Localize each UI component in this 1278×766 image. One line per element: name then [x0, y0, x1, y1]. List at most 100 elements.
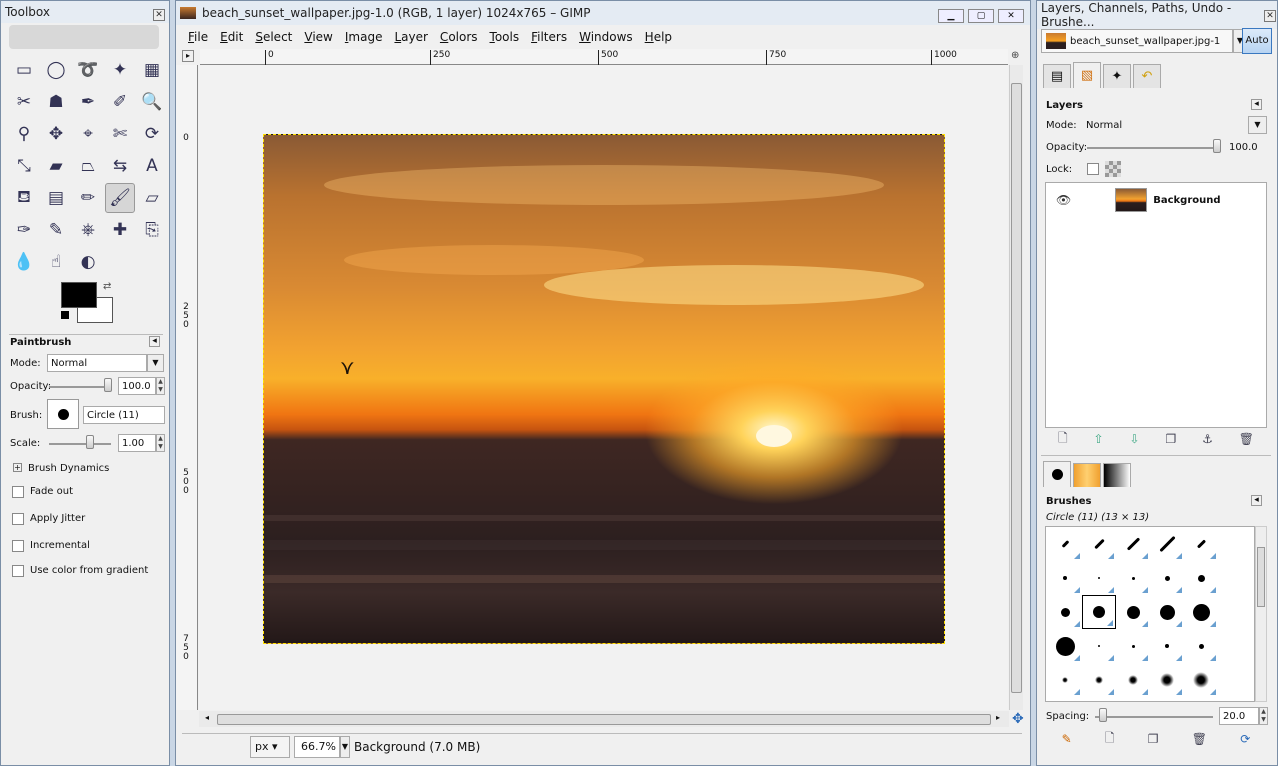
apply-jitter-checkbox[interactable] [12, 513, 24, 525]
brush-cell[interactable] [1048, 595, 1082, 629]
auto-button[interactable]: Auto [1242, 28, 1272, 54]
blend-icon[interactable]: ▤ [41, 183, 71, 213]
menu-file[interactable]: File [182, 30, 214, 44]
spacing-slider-thumb[interactable] [1099, 708, 1107, 722]
brush-cell[interactable] [1048, 629, 1082, 663]
vertical-ruler[interactable]: 0 250 500 750 [176, 65, 198, 710]
swap-colors-icon[interactable]: ⇄ [103, 281, 111, 292]
brush-cell[interactable] [1082, 595, 1116, 629]
fuzzy-select-icon[interactable]: ✦ [105, 55, 135, 85]
eraser-icon[interactable]: ▱ [137, 183, 167, 213]
brush-preview-button[interactable] [47, 399, 79, 429]
unit-dropdown[interactable]: px ▾ [250, 735, 290, 758]
lock-pixels-checkbox[interactable] [1087, 163, 1099, 175]
layer-name[interactable]: Background [1153, 195, 1220, 206]
new-layer-icon[interactable]: 🗋 [1058, 429, 1068, 450]
toolbox-titlebar[interactable]: Toolbox [1, 1, 169, 23]
horizontal-scrollbar[interactable]: ◂ ▸ [199, 711, 1009, 727]
menu-windows[interactable]: Windows [573, 30, 639, 44]
canvas-area[interactable]: ⋎ [199, 65, 1008, 710]
menu-edit[interactable]: Edit [214, 30, 249, 44]
measure-icon[interactable]: ⚲ [9, 119, 39, 149]
tab-paths[interactable]: ✦ [1103, 64, 1131, 88]
pencil-icon[interactable]: ✏ [73, 183, 103, 213]
brush-cell[interactable] [1116, 561, 1150, 595]
lock-alpha-icon[interactable] [1105, 161, 1121, 177]
tab-layers[interactable]: ▤ [1043, 64, 1071, 88]
heal-icon[interactable]: ✚ [105, 215, 135, 245]
delete-layer-icon[interactable]: 🗑 [1239, 432, 1254, 446]
smudge-icon[interactable]: ☝ [41, 247, 71, 277]
zoom-dropdown-arrow-icon[interactable]: ▼ [340, 735, 350, 758]
new-brush-icon[interactable]: 🗋 [1105, 729, 1115, 750]
quick-mask-corner-icon[interactable]: ▸ [182, 50, 194, 62]
brush-cell[interactable] [1116, 663, 1150, 697]
tab-patterns[interactable] [1073, 463, 1101, 487]
brush-cell[interactable] [1150, 629, 1184, 663]
layer-mode-arrow-icon[interactable]: ▼ [1248, 116, 1267, 134]
brush-grid-scrollbar[interactable] [1255, 526, 1267, 702]
fg-color-swatch-front[interactable] [61, 282, 97, 308]
brush-cell[interactable] [1150, 527, 1184, 561]
layer-row-background[interactable]: 👁 Background [1046, 185, 1266, 215]
paintbrush-icon[interactable]: 🖌 [105, 183, 135, 213]
edit-brush-icon[interactable]: ✎ [1062, 732, 1072, 746]
brush-cell[interactable] [1116, 629, 1150, 663]
menu-colors[interactable]: Colors [434, 30, 484, 44]
layers-list[interactable]: 👁 Background [1045, 182, 1267, 428]
tab-brushes[interactable] [1043, 461, 1071, 487]
color-select-icon[interactable]: ▦ [137, 55, 167, 85]
layers-panel-menu-icon[interactable]: ◂ [1251, 99, 1262, 110]
brush-cell[interactable] [1116, 595, 1150, 629]
brush-dynamics-label[interactable]: Brush Dynamics [28, 463, 109, 474]
color-picker-icon[interactable]: ✐ [105, 87, 135, 117]
spacing-spinner[interactable]: ▲ ▼ [1259, 707, 1268, 725]
rotate-icon[interactable]: ⟳ [137, 119, 167, 149]
menu-filters[interactable]: Filters [525, 30, 573, 44]
perspective-clone-icon[interactable]: ⎘ [137, 215, 167, 245]
layer-opacity-value[interactable]: 100.0 [1229, 142, 1258, 153]
move-icon[interactable]: ✥ [41, 119, 71, 149]
vertical-scroll-thumb[interactable] [1011, 83, 1022, 693]
opacity-input[interactable]: 100.0 [118, 377, 156, 395]
layer-mode-value[interactable]: Normal [1086, 120, 1122, 131]
image-layer-background[interactable]: ⋎ [263, 134, 945, 644]
navigate-icon[interactable]: ✥ [1012, 711, 1024, 727]
brushes-panel-menu-icon[interactable]: ◂ [1251, 495, 1262, 506]
menu-help[interactable]: Help [639, 30, 678, 44]
horizontal-scroll-thumb[interactable] [217, 714, 991, 725]
foreground-select-icon[interactable]: ☗ [41, 87, 71, 117]
menu-tools[interactable]: Tools [484, 30, 526, 44]
brush-grid[interactable] [1045, 526, 1255, 702]
zoom-on-resize-icon[interactable]: ⊕ [1011, 50, 1019, 61]
wilber-drop-area[interactable] [9, 25, 159, 49]
scale-input[interactable]: 1.00 [118, 434, 156, 452]
opacity-slider-thumb[interactable] [104, 378, 112, 392]
lower-layer-icon[interactable]: ⇩ [1129, 432, 1139, 446]
refresh-brushes-icon[interactable]: ⟳ [1240, 732, 1250, 746]
brush-grid-scroll-thumb[interactable] [1257, 547, 1265, 607]
mode-dropdown[interactable]: Normal [47, 354, 147, 372]
tab-channels[interactable]: ▧ [1073, 62, 1101, 88]
brush-cell[interactable] [1184, 663, 1218, 697]
scroll-left-arrow-icon[interactable]: ◂ [205, 713, 209, 722]
brush-cell[interactable] [1082, 561, 1116, 595]
ellipse-select-icon[interactable]: ◯ [41, 55, 71, 85]
brush-name-field[interactable]: Circle (11) [83, 406, 165, 424]
bucket-fill-icon[interactable]: ⛾ [9, 183, 39, 213]
opacity-slider-track[interactable] [49, 386, 111, 388]
menu-image[interactable]: Image [339, 30, 389, 44]
default-colors-icon[interactable] [61, 311, 69, 319]
spacing-slider-track[interactable] [1095, 716, 1213, 718]
opacity-spinner[interactable]: ▲ ▼ [156, 377, 165, 395]
dock-close-button[interactable]: ✕ [1264, 10, 1276, 22]
brush-cell[interactable] [1082, 663, 1116, 697]
duplicate-brush-icon[interactable]: ❐ [1148, 732, 1159, 746]
dodge-burn-icon[interactable]: ◐ [73, 247, 103, 277]
scroll-right-arrow-icon[interactable]: ▸ [996, 713, 1000, 722]
brush-cell[interactable] [1082, 629, 1116, 663]
raise-layer-icon[interactable]: ⇧ [1094, 432, 1104, 446]
brush-cell[interactable] [1184, 561, 1218, 595]
perspective-icon[interactable]: ⏢ [73, 151, 103, 181]
zoom-input[interactable]: 66.7% [294, 735, 340, 758]
